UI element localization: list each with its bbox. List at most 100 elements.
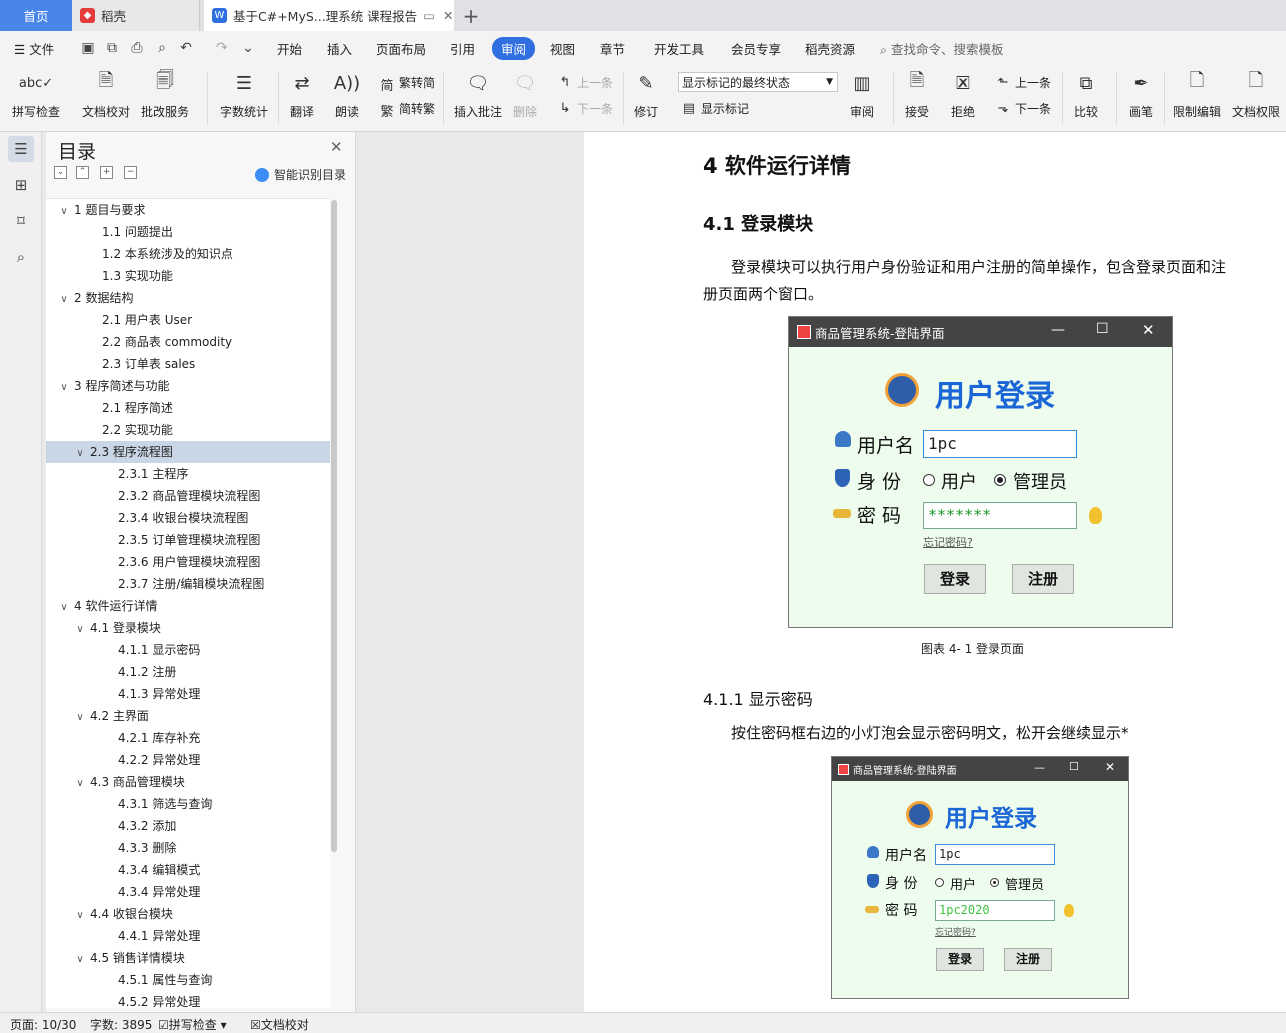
- toc-item[interactable]: 2.1 用户表 User: [46, 309, 330, 331]
- promote-icon[interactable]: +: [100, 166, 113, 179]
- status-doc-proof[interactable]: ☒文档校对: [250, 1016, 309, 1033]
- menu-review[interactable]: 审阅: [492, 37, 536, 60]
- reject-button[interactable]: 🗷 拒绝: [950, 68, 976, 120]
- doc-permission-button[interactable]: 🗋 文档权限: [1232, 68, 1280, 120]
- toc-item[interactable]: 2.3.5 订单管理模块流程图: [46, 529, 330, 551]
- toc-item[interactable]: 4.3.4 编辑模式: [46, 859, 330, 881]
- new-tab-button[interactable]: +: [458, 0, 484, 31]
- toc-item[interactable]: 2.3.7 注册/编辑模块流程图: [46, 573, 330, 595]
- toc-item[interactable]: 2.3.4 收银台模块流程图: [46, 507, 330, 529]
- next-comment-button[interactable]: ↳ 下一条: [556, 100, 613, 117]
- preview-icon[interactable]: ⌕: [154, 40, 170, 56]
- translate-button[interactable]: ⇄ 翻译: [289, 68, 315, 120]
- toc-item[interactable]: 4.1.2 注册: [46, 661, 330, 683]
- menu-view[interactable]: 视图: [550, 39, 575, 58]
- menu-insert[interactable]: 插入: [327, 39, 352, 58]
- spell-check-button[interactable]: abc✓ 拼写检查: [12, 68, 60, 120]
- toc-item[interactable]: ∨ 4.4 收银台模块: [46, 903, 330, 925]
- menu-start[interactable]: 开始: [277, 39, 302, 58]
- chapter-icon[interactable]: ⊞: [8, 172, 34, 198]
- track-changes-button[interactable]: ✎ 修订: [633, 68, 659, 120]
- menu-chapter[interactable]: 章节: [600, 39, 625, 58]
- delete-comment-button[interactable]: 🗨 删除: [512, 68, 538, 120]
- toc-item[interactable]: 4.2.2 异常处理: [46, 749, 330, 771]
- toc-item[interactable]: 4.3.4 异常处理: [46, 881, 330, 903]
- chevron-down-icon[interactable]: ∨: [58, 201, 70, 223]
- toc-item[interactable]: 1.1 问题提出: [46, 221, 330, 243]
- word-count-button[interactable]: ☰ 字数统计: [220, 68, 268, 120]
- toc-item[interactable]: 2.3.1 主程序: [46, 463, 330, 485]
- toc-item[interactable]: 4.2.1 库存补充: [46, 727, 330, 749]
- prev-comment-button[interactable]: ↰ 上一条: [556, 74, 613, 91]
- chevron-down-icon[interactable]: ∨: [74, 905, 86, 927]
- chevron-down-icon[interactable]: ∨: [58, 597, 70, 619]
- toc-item[interactable]: 4.3.3 删除: [46, 837, 330, 859]
- close-icon[interactable]: ✕: [330, 138, 343, 156]
- toc-item[interactable]: 1.3 实现功能: [46, 265, 330, 287]
- review-pane-button[interactable]: ▥ 审阅: [849, 68, 875, 120]
- menu-reference[interactable]: 引用: [450, 39, 475, 58]
- toc-item[interactable]: 4.3.1 筛选与查询: [46, 793, 330, 815]
- chevron-down-icon[interactable]: ∨: [74, 949, 86, 971]
- toc-item[interactable]: 4.5.1 属性与查询: [46, 969, 330, 991]
- trad-to-simp-button[interactable]: 简繁转简: [378, 74, 435, 94]
- insert-comment-button[interactable]: 🗨 插入批注: [454, 68, 502, 120]
- tab-document[interactable]: W 基于C#+MyS...理系统 课程报告 ▭ ✕: [204, 0, 454, 31]
- toc-item[interactable]: 2.2 商品表 commodity: [46, 331, 330, 353]
- show-markup-button[interactable]: ▤ 显示标记: [680, 100, 749, 117]
- tab-daoke[interactable]: ◆ 稻壳: [72, 0, 200, 31]
- word-count-indicator[interactable]: 字数: 3895: [90, 1016, 152, 1033]
- bookmark-icon[interactable]: ⌑: [8, 208, 34, 234]
- close-icon[interactable]: ✕: [443, 8, 453, 23]
- status-spell-check[interactable]: ☑拼写检查 ▾: [158, 1016, 227, 1033]
- markup-state-select[interactable]: 显示标记的最终状态 ▼: [678, 72, 838, 92]
- restrict-edit-button[interactable]: 🗋 限制编辑: [1173, 68, 1221, 120]
- chevron-down-icon[interactable]: ∨: [74, 443, 86, 465]
- toc-item[interactable]: 2.1 程序简述: [46, 397, 330, 419]
- toc-item[interactable]: 1.2 本系统涉及的知识点: [46, 243, 330, 265]
- prev-change-button[interactable]: ⬑ 上一条: [994, 74, 1051, 91]
- toc-item[interactable]: 4.1.1 显示密码: [46, 639, 330, 661]
- menu-layout[interactable]: 页面布局: [376, 39, 426, 58]
- simp-to-trad-button[interactable]: 繁简转繁: [378, 100, 435, 120]
- redo-icon[interactable]: ↷: [214, 40, 230, 56]
- collapse-all-icon[interactable]: ⌄: [54, 166, 67, 179]
- toc-item[interactable]: ∨ 4.1 登录模块: [46, 617, 330, 639]
- toc-item[interactable]: 4.1.3 异常处理: [46, 683, 330, 705]
- toc-item[interactable]: 2.3 订单表 sales: [46, 353, 330, 375]
- menu-daoke-resources[interactable]: 稻壳资源: [805, 39, 855, 58]
- accept-button[interactable]: 🗎 接受: [904, 68, 930, 120]
- demote-icon[interactable]: −: [124, 166, 137, 179]
- export-icon[interactable]: ⧉: [104, 40, 120, 56]
- menu-devtools[interactable]: 开发工具: [654, 39, 704, 58]
- chevron-down-icon[interactable]: ∨: [74, 619, 86, 641]
- toc-item[interactable]: 2.3.6 用户管理模块流程图: [46, 551, 330, 573]
- toc-item[interactable]: 2.3.2 商品管理模块流程图: [46, 485, 330, 507]
- chevron-down-icon[interactable]: ∨: [74, 707, 86, 729]
- file-menu[interactable]: ☰ 文件: [14, 39, 54, 58]
- search-icon[interactable]: ⌕: [8, 244, 34, 270]
- chevron-down-icon[interactable]: ∨: [74, 773, 86, 795]
- document-page[interactable]: 4 软件运行详情 4.1 登录模块 登录模块可以执行用户身份验证和用户注册的简单…: [584, 132, 1286, 1012]
- monitor-icon[interactable]: ▭: [423, 8, 435, 23]
- chevron-down-icon[interactable]: ⌄: [240, 40, 256, 56]
- pen-button[interactable]: ✒ 画笔: [1128, 68, 1154, 120]
- toc-item[interactable]: ∨ 4 软件运行详情: [46, 595, 330, 617]
- toc-item[interactable]: 4.5.2 异常处理: [46, 991, 330, 1008]
- doc-proof-button[interactable]: 🗎 文档校对: [82, 68, 130, 120]
- toc-item[interactable]: ∨ 4.5 销售详情模块: [46, 947, 330, 969]
- tab-home[interactable]: 首页: [0, 0, 72, 31]
- toc-item[interactable]: ∨ 4.2 主界面: [46, 705, 330, 727]
- toc-scrollbar[interactable]: [331, 200, 337, 852]
- menu-member[interactable]: 会员专享: [731, 39, 781, 58]
- toc-item[interactable]: ∨ 4.3 商品管理模块: [46, 771, 330, 793]
- compare-button[interactable]: ⧉ 比较: [1073, 68, 1099, 120]
- toc-item[interactable]: ∨ 1 题目与要求: [46, 199, 330, 221]
- chevron-down-icon[interactable]: ∨: [58, 377, 70, 399]
- chevron-down-icon[interactable]: ∨: [58, 289, 70, 311]
- save-icon[interactable]: ▣: [80, 40, 96, 56]
- undo-icon[interactable]: ↶: [178, 40, 194, 56]
- toc-icon[interactable]: ☰: [8, 136, 34, 162]
- batch-service-button[interactable]: 🗐 批改服务: [141, 68, 189, 120]
- toc-item[interactable]: 2.2 实现功能: [46, 419, 330, 441]
